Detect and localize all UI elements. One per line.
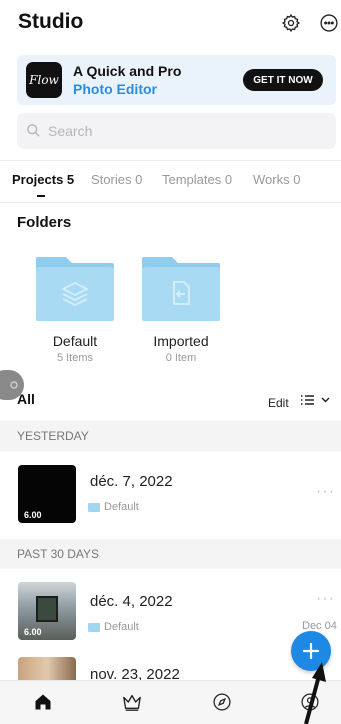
search-bar[interactable] <box>17 113 336 149</box>
more-circle-icon[interactable] <box>318 12 340 34</box>
thumbnail-artwork <box>36 596 58 622</box>
folder-imported[interactable] <box>140 255 222 323</box>
folder-icon <box>88 502 100 512</box>
project-row[interactable]: 6.00 déc. 4, 2022 Default ··· Dec 04 <box>0 576 341 648</box>
annotation-arrow <box>304 662 326 724</box>
search-icon <box>26 123 41 143</box>
handle-grip-icon <box>10 381 18 389</box>
group-header-label: YESTERDAY <box>17 429 89 443</box>
project-row[interactable]: nov. 23, 2022 <box>0 652 341 680</box>
tab-stories[interactable]: Stories 0 <box>91 172 142 187</box>
tab-templates[interactable]: Templates 0 <box>162 172 232 187</box>
project-date: nov. 23, 2022 <box>90 666 180 680</box>
duration-label: 6.00 <box>24 510 42 520</box>
group-header-label: PAST 30 DAYS <box>17 547 100 561</box>
project-row[interactable]: 6.00 déc. 7, 2022 Default ··· <box>0 457 341 529</box>
more-icon[interactable]: ··· <box>316 590 335 608</box>
group-header: PAST 30 DAYS <box>0 539 341 569</box>
folder-count: 0 Item <box>165 352 197 364</box>
project-folder: Default <box>88 621 139 633</box>
compass-icon[interactable] <box>210 690 234 714</box>
promo-banner[interactable]: Flow A Quick and Pro Photo Editor GET IT… <box>17 55 336 105</box>
project-folder-name: Default <box>104 621 139 633</box>
folder-icon <box>88 622 100 632</box>
folders-title: Folders <box>17 214 72 231</box>
all-title: All <box>17 391 35 407</box>
folder-name: Default <box>52 333 98 349</box>
list-view-icon <box>301 395 314 405</box>
project-thumbnail[interactable]: 6.00 <box>18 465 76 523</box>
promo-subheadline: Photo Editor <box>73 81 157 97</box>
page-title: Studio <box>18 10 84 33</box>
flow-logo: Flow <box>26 62 62 98</box>
crown-icon[interactable] <box>120 690 144 714</box>
project-thumbnail[interactable] <box>18 657 76 680</box>
project-date: déc. 7, 2022 <box>90 473 173 490</box>
search-input[interactable] <box>48 113 318 149</box>
chevron-down-icon <box>321 397 330 403</box>
duration-label: 6.00 <box>24 627 42 637</box>
more-icon[interactable]: ··· <box>316 483 335 501</box>
project-folder: Default <box>88 501 139 513</box>
group-header: YESTERDAY <box>0 421 341 451</box>
promo-headline: A Quick and Pro <box>73 63 182 79</box>
bottom-nav <box>0 680 341 724</box>
divider <box>0 202 341 203</box>
project-side-date: Dec 04 <box>302 620 337 632</box>
plus-icon <box>302 642 320 660</box>
get-it-now-button[interactable]: GET IT NOW <box>243 69 323 91</box>
project-folder-name: Default <box>104 501 139 513</box>
project-date: déc. 4, 2022 <box>90 593 173 610</box>
edit-button[interactable]: Edit <box>268 396 289 410</box>
folder-name: Imported <box>153 333 209 349</box>
folder-default[interactable] <box>34 255 116 323</box>
tab-projects[interactable]: Projects 5 <box>12 172 74 187</box>
active-tab-indicator <box>37 195 45 197</box>
tab-works[interactable]: Works 0 <box>253 172 300 187</box>
folder-count: 5 Items <box>56 352 94 364</box>
list-view-toggle[interactable] <box>300 394 330 406</box>
project-thumbnail[interactable]: 6.00 <box>18 582 76 640</box>
home-icon[interactable] <box>31 690 55 714</box>
divider <box>0 160 341 161</box>
gear-icon[interactable] <box>280 12 302 34</box>
